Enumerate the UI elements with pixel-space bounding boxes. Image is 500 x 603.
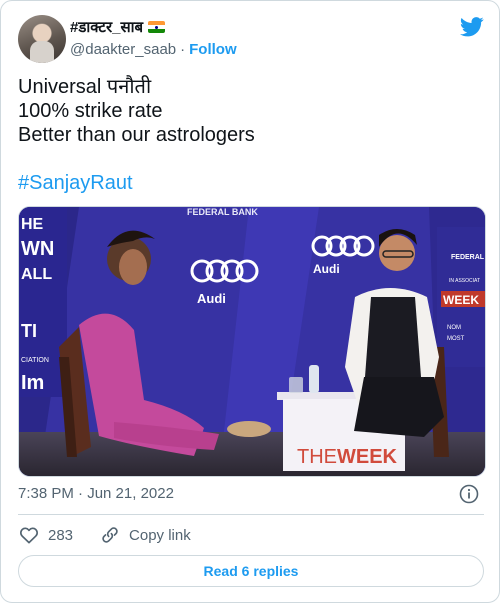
photo-scene: HE WN ALL TI CIATION Im FEDERAL BANK Aud… [19,207,485,476]
left-sign-text-1: HE [21,216,44,233]
tweet-card: #डाक्टर_साब @daakter_saab · Follow Unive… [0,0,500,603]
podium-logo-prefix: THE [297,446,337,468]
left-sign-text-4: TI [21,321,37,341]
like-count: 283 [48,526,74,544]
heart-icon [20,527,38,544]
copy-link-button[interactable]: Copy link [99,524,191,546]
divider [18,514,484,515]
audi-label-left: Audi [197,291,226,306]
tweet-actions: 283 Copy link [18,523,191,547]
like-button[interactable]: 283 [18,524,73,546]
tweet-line-1: Universal पनौती [18,76,152,98]
left-sign-text-6: Im [21,372,44,394]
tweet-text: Universal पनौती 100% strike rate Better … [18,75,484,195]
author-handle[interactable]: @daakter_saab [70,41,176,58]
right-panel-text-1: FEDERAL [451,254,485,261]
hashtag-link[interactable]: #SanjayRaut [18,171,484,195]
follow-button[interactable]: Follow [189,41,237,58]
info-icon[interactable] [459,484,479,504]
copy-link-label: Copy link [129,526,191,544]
tweet-header: #डाक्टर_साब @daakter_saab · Follow [18,15,484,63]
twitter-bird-icon[interactable] [460,17,484,37]
left-sign-text-5: CIATION [21,357,49,364]
separator-dot: · [180,40,186,58]
author-display-name[interactable]: #डाक्टर_साब [70,17,143,37]
audi-label-right: Audi [313,262,340,276]
banner-top-text: FEDERAL BANK [187,207,258,217]
right-panel-text-4: NOM [447,325,461,331]
tweet-line-2: 100% strike rate [18,100,163,122]
right-panel-text-2: IN ASSOCIAT [449,278,480,284]
right-panel-text-5: MOST [447,336,465,342]
right-panel-text-3: WEEK [443,293,479,307]
tweet-photo[interactable]: HE WN ALL TI CIATION Im FEDERAL BANK Aud… [18,206,486,477]
left-sign-text-3: ALL [21,266,52,283]
link-icon [102,527,118,543]
read-replies-button[interactable]: Read 6 replies [18,555,484,587]
tweet-timestamp[interactable]: 7:38 PM · Jun 21, 2022 [18,485,174,502]
india-flag-icon [148,21,166,33]
author-handle-row: @daakter_saab · Follow [70,39,237,59]
left-sign-text-2: WN [21,238,54,260]
author-name-row: #डाक्टर_साब [70,17,166,37]
tweet-line-3: Better than our astrologers [18,124,255,146]
podium-logo-suffix: WEEK [337,446,398,468]
avatar[interactable] [18,15,66,63]
